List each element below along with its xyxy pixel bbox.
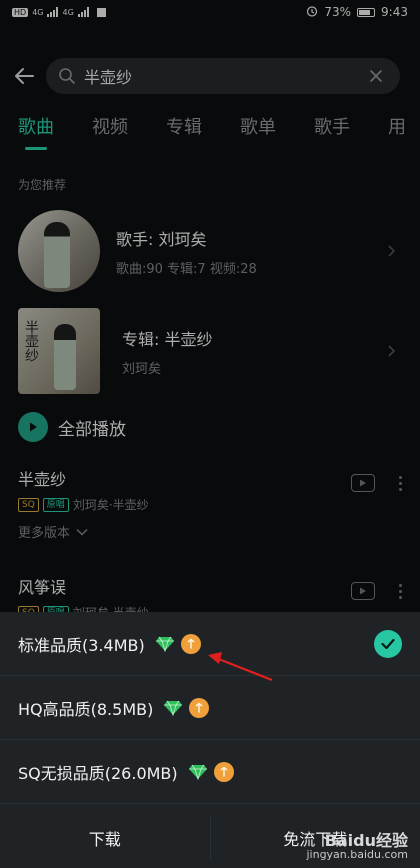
quality-label: SQ无损品质(26.0MB) — [18, 763, 178, 783]
baidu-watermark: Baidu经验 jingyan.baidu.com — [306, 831, 408, 862]
diamond-icon — [155, 636, 174, 652]
dim-overlay[interactable] — [0, 0, 420, 612]
coin-icon — [180, 633, 201, 654]
quality-option-hq[interactable]: HQ高品质(8.5MB) — [0, 676, 420, 740]
quality-sheet: 标准品质(3.4MB) HQ高品质(8.5MB) SQ无损品质(26.0MB) … — [0, 612, 420, 868]
download-button[interactable]: 下载 — [0, 808, 210, 868]
quality-option-sq[interactable]: SQ无损品质(26.0MB) — [0, 740, 420, 804]
coin-icon — [189, 697, 210, 718]
quality-label: HQ高品质(8.5MB) — [18, 699, 154, 719]
quality-label: 标准品质(3.4MB) — [18, 635, 145, 655]
selected-check-icon — [374, 629, 402, 658]
watermark-logo: Baidu经验 — [324, 831, 408, 850]
coin-icon — [213, 761, 234, 782]
diamond-icon — [188, 764, 207, 780]
diamond-icon — [164, 700, 183, 716]
watermark-url: jingyan.baidu.com — [306, 848, 408, 861]
quality-option-standard[interactable]: 标准品质(3.4MB) — [0, 612, 420, 676]
